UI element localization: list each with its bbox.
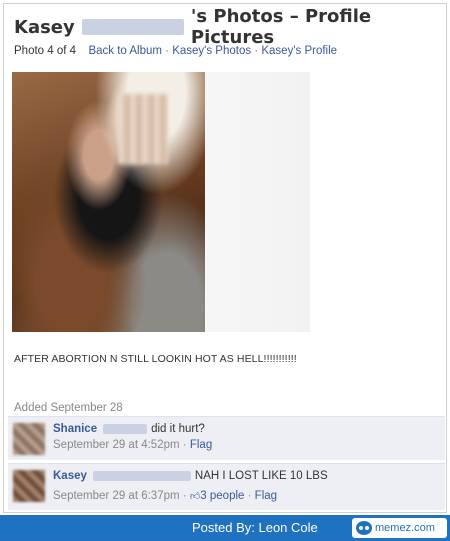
photo-caption: AFTER ABORTION N STILL LOOKIN HOT AS HEL… bbox=[14, 353, 297, 365]
comment-item: Kasey NAH I LOST LIKE 10 LBS September 2… bbox=[8, 463, 445, 510]
thumbs-up-icon: 👍︎ bbox=[189, 491, 201, 502]
redacted-surname bbox=[103, 424, 148, 434]
profile-photo[interactable] bbox=[12, 72, 205, 332]
comment-time: September 29 at 4:52pm bbox=[53, 439, 180, 451]
redacted-surname bbox=[92, 471, 191, 481]
separator: · bbox=[182, 439, 187, 451]
comment-time: September 29 at 6:37pm bbox=[53, 490, 180, 502]
watermark-footer: Posted By: Leon Cole memez.com bbox=[0, 515, 450, 541]
photo-padding bbox=[205, 72, 310, 332]
brand-name: memez.com bbox=[375, 522, 435, 534]
blurred-face bbox=[118, 94, 168, 164]
comment-text: NAH I LOST LIKE 10 LBS bbox=[194, 470, 328, 482]
redacted-last-name bbox=[81, 19, 184, 35]
added-date: Added September 28 bbox=[14, 402, 123, 414]
posted-by: Posted By: Leon Cole bbox=[192, 520, 318, 535]
title-suffix: 's Photos – Profile Pictures bbox=[190, 6, 372, 48]
flag-link[interactable]: Flag bbox=[255, 490, 277, 502]
likes-link[interactable]: 👍︎3 people bbox=[190, 490, 245, 502]
commenter-name[interactable]: Shanice bbox=[53, 423, 97, 435]
separator: · bbox=[254, 45, 259, 57]
page-title: Kasey 's Photos – Profile Pictures bbox=[14, 6, 446, 48]
brand-badge: memez.com bbox=[352, 518, 447, 538]
commenter-avatar[interactable] bbox=[13, 423, 45, 455]
commenter-avatar[interactable] bbox=[13, 470, 45, 502]
owner-profile-link[interactable]: Kasey's Profile bbox=[261, 45, 337, 57]
owner-photos-link[interactable]: Kasey's Photos bbox=[172, 45, 251, 57]
back-to-album-link[interactable]: Back to Album bbox=[88, 45, 162, 57]
photo-viewer[interactable] bbox=[12, 72, 310, 332]
comment-item: Shanice did it hurt? September 29 at 4:5… bbox=[8, 416, 445, 460]
photo-subnav: Photo 4 of 4 Back to Album · Kasey's Pho… bbox=[14, 45, 337, 57]
commenter-name[interactable]: Kasey bbox=[53, 470, 87, 482]
photo-count: Photo 4 of 4 bbox=[14, 45, 77, 57]
separator: · bbox=[182, 490, 187, 502]
flag-link[interactable]: Flag bbox=[190, 439, 212, 451]
separator: · bbox=[165, 45, 169, 57]
separator: · bbox=[247, 490, 252, 502]
owner-first-name: Kasey bbox=[14, 16, 75, 38]
memez-logo-icon bbox=[356, 521, 372, 535]
comment-text: did it hurt? bbox=[151, 423, 205, 435]
